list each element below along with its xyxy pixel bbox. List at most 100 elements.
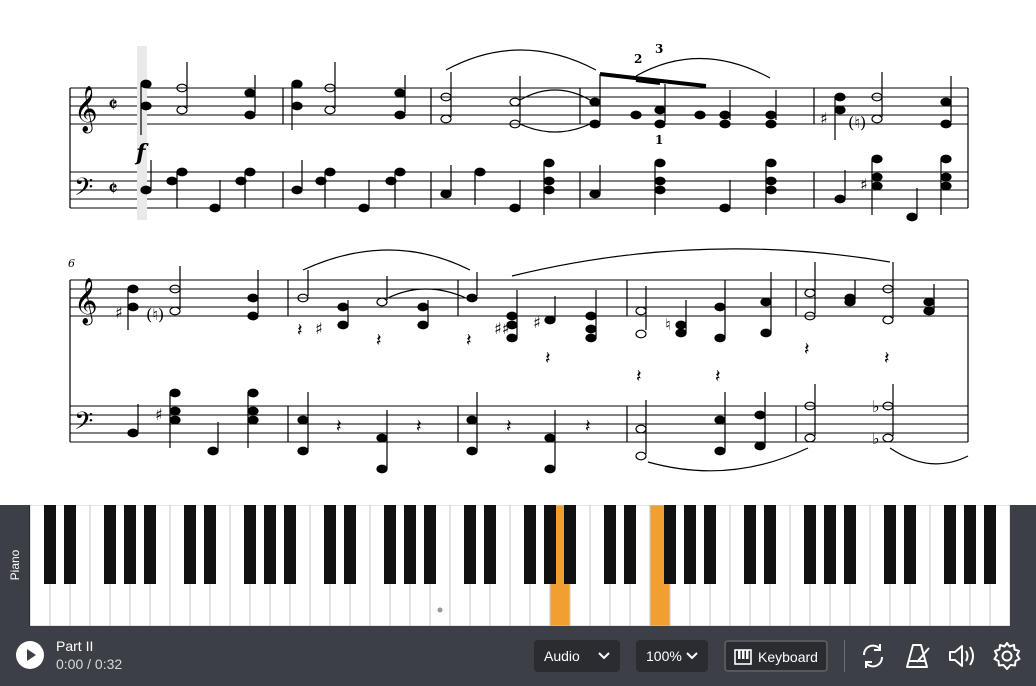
black-key[interactable] [184,505,196,584]
svg-text:♯: ♯ [315,319,323,338]
black-key[interactable] [484,505,496,584]
svg-text:𝄽: 𝄽 [336,416,342,437]
volume-button[interactable] [946,640,978,672]
svg-text:𝄵: 𝄵 [108,177,118,202]
svg-text:𝄽: 𝄽 [715,366,721,387]
play-button[interactable] [16,641,44,669]
black-key[interactable] [744,505,756,584]
system-1-treble-notes [140,62,952,140]
black-key[interactable] [904,505,916,584]
black-key[interactable] [544,505,556,584]
black-key[interactable] [424,505,436,584]
svg-text:♯: ♯ [155,405,163,424]
black-key[interactable] [704,505,716,584]
keyboard-toggle-button[interactable]: Keyboard [724,640,828,672]
part-name: Part II [56,638,94,654]
black-key[interactable] [64,505,76,584]
black-key[interactable] [984,505,996,584]
playback-time: 0:00 / 0:32 [56,656,123,672]
black-key[interactable] [944,505,956,584]
black-key[interactable] [404,505,416,584]
black-key[interactable] [764,505,776,584]
play-icon [27,649,36,661]
system-2-treble-notes [127,262,935,343]
system-1-bass-notes [140,154,952,222]
black-key[interactable] [844,505,856,584]
svg-text:𝄽: 𝄽 [804,339,810,360]
svg-text:𝄵: 𝄵 [108,93,118,118]
instrument-tab[interactable]: Piano [0,505,30,626]
black-key[interactable] [664,505,676,584]
toolbar-divider [844,640,845,672]
loop-icon [862,644,884,668]
treble-clef: 𝄞 [74,86,98,134]
svg-text:𝄽: 𝄽 [636,366,642,387]
instrument-label: Piano [8,549,22,581]
black-key[interactable] [44,505,56,584]
black-key[interactable] [324,505,336,584]
svg-text:♯: ♯ [115,303,123,322]
bass-clef: 𝄢 [74,173,93,208]
settings-button[interactable] [991,640,1023,672]
svg-text:𝄽: 𝄽 [466,330,472,351]
svg-text:(♮): (♮) [848,113,866,132]
svg-text:♯: ♯ [533,313,541,332]
score-canvas: 𝄞 𝄢 𝄵 𝄵 f 2 3 1 ♯ (♮) ♯ 6 𝄞 𝄢 ♯ (♮) ♯ ♯♯… [68,42,969,474]
black-key[interactable] [264,505,276,584]
black-key[interactable] [124,505,136,584]
zoom-dropdown[interactable]: 100% [636,640,708,672]
fingering: 1 [655,133,663,147]
black-key[interactable] [964,505,976,584]
black-key[interactable] [244,505,256,584]
svg-text:♭: ♭ [872,397,880,416]
black-key[interactable] [624,505,636,584]
svg-text:𝄽: 𝄽 [884,348,890,369]
svg-text:(♮): (♮) [146,305,164,324]
system-2 [69,279,969,443]
black-key[interactable] [824,505,836,584]
metronome-icon [906,644,930,668]
svg-text:𝄽: 𝄽 [297,320,303,341]
black-key[interactable] [344,505,356,584]
middle-c-marker [437,607,443,613]
svg-text:𝄽: 𝄽 [585,416,591,437]
audio-dropdown[interactable]: Audio [534,640,620,672]
black-key[interactable] [284,505,296,584]
svg-text:𝄽: 𝄽 [545,348,551,369]
svg-text:𝄢: 𝄢 [74,407,93,442]
svg-text:𝄽: 𝄽 [506,416,512,437]
black-key[interactable] [384,505,396,584]
black-key[interactable] [684,505,696,584]
svg-text:𝄽: 𝄽 [416,416,422,437]
audio-dropdown-label: Audio [544,648,580,664]
black-key[interactable] [464,505,476,584]
svg-text:♮: ♮ [665,315,671,334]
black-key[interactable] [564,505,576,584]
svg-text:𝄞: 𝄞 [74,278,98,326]
black-key[interactable] [204,505,216,584]
chevron-down-icon [598,652,610,660]
chevron-down-icon [686,652,698,660]
svg-text:♭: ♭ [872,429,880,448]
fingering: 2 [634,52,642,66]
svg-text:𝄽: 𝄽 [376,330,382,351]
system-1 [69,87,969,209]
loop-button[interactable] [857,640,889,672]
piano-keyboard[interactable]: Piano [0,505,1036,626]
measure-number: 6 [68,257,75,270]
black-key[interactable] [884,505,896,584]
black-key[interactable] [144,505,156,584]
sheet-music-score[interactable]: 𝄞 𝄢 𝄵 𝄵 f 2 3 1 ♯ (♮) ♯ 6 𝄞 𝄢 ♯ (♮) ♯ ♯♯… [0,0,1036,505]
svg-text:♯: ♯ [860,175,868,194]
playback-toolbar: Part II 0:00 / 0:32 Audio 100% Keyboard [0,626,1036,686]
black-key[interactable] [104,505,116,584]
metronome-button[interactable] [901,640,933,672]
svg-text:♯♯: ♯♯ [494,319,509,338]
piano-keys[interactable] [30,505,1010,626]
black-key[interactable] [604,505,616,584]
svg-text:♯: ♯ [820,109,828,128]
gear-icon [993,642,1021,670]
black-key[interactable] [804,505,816,584]
black-key[interactable] [524,505,536,584]
fingering: 3 [655,42,663,56]
